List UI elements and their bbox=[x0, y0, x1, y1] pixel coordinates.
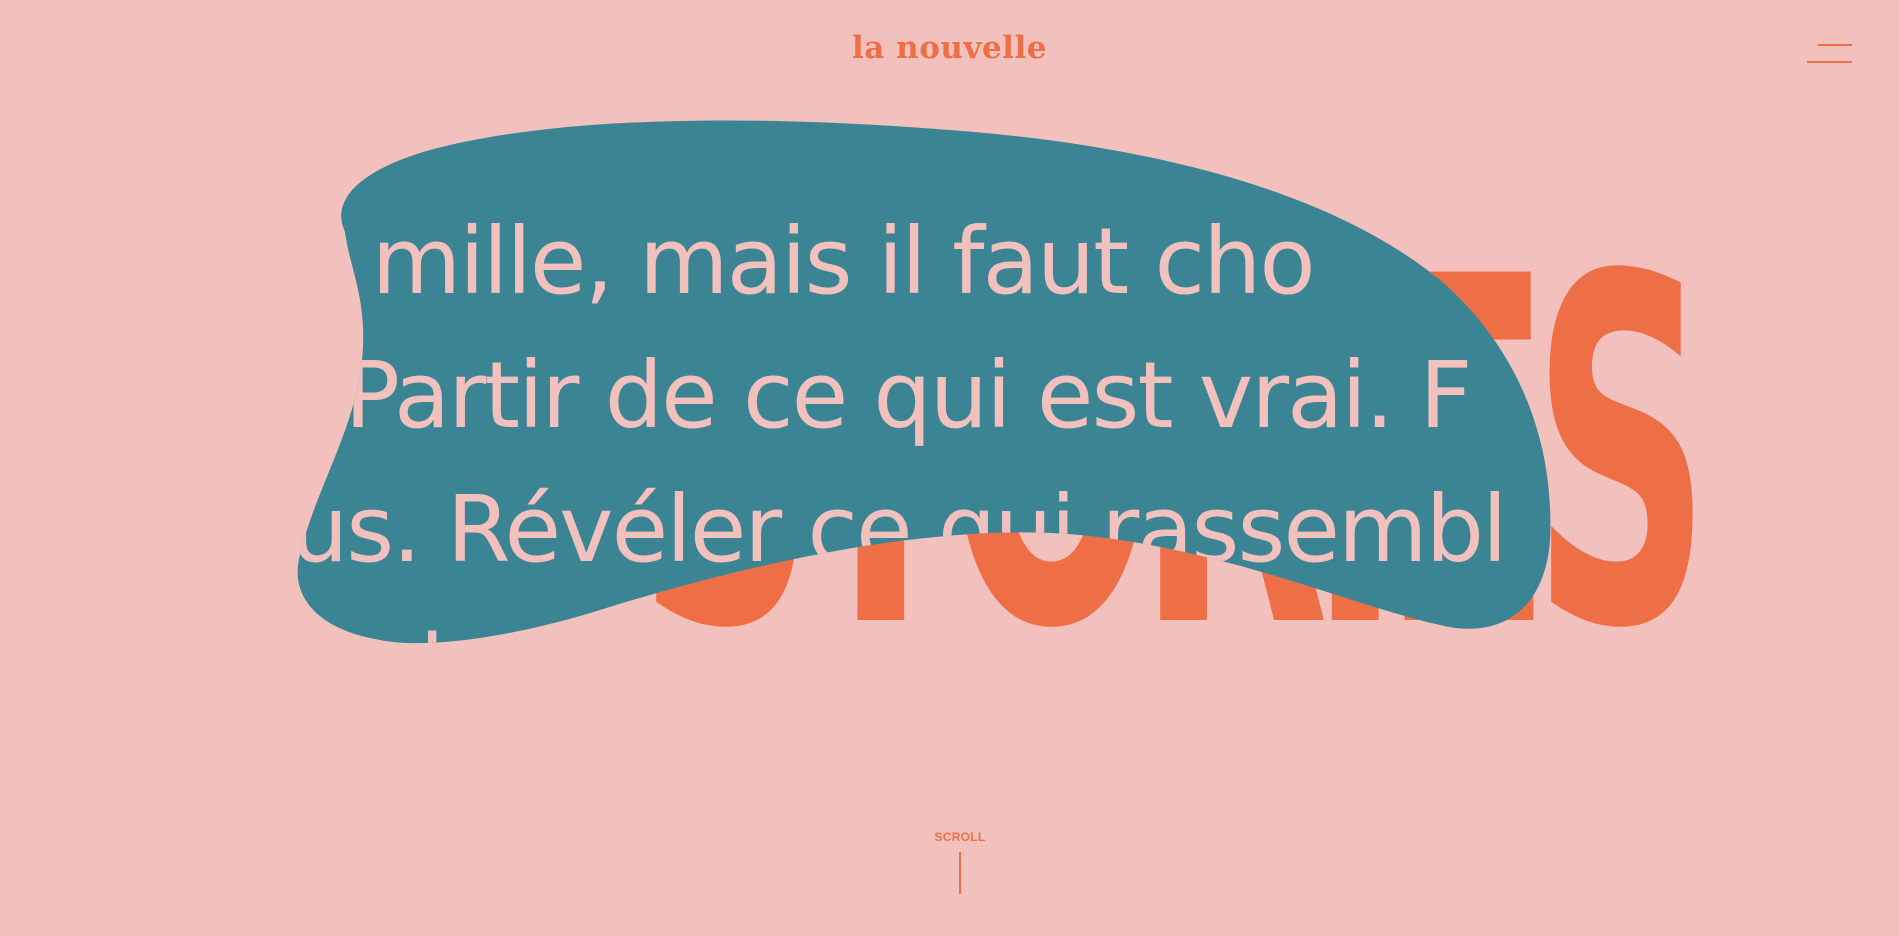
site-header: la nouvelle bbox=[0, 0, 1899, 110]
scroll-indicator[interactable]: SCROLL bbox=[900, 830, 1020, 900]
scroll-label: SCROLL bbox=[934, 830, 986, 844]
site-logo[interactable]: la nouvelle bbox=[0, 30, 1899, 66]
hero-section: STORIES a mille, mais il faut cho . Part… bbox=[0, 0, 1899, 936]
menu-button[interactable] bbox=[1800, 38, 1854, 70]
scroll-line-icon bbox=[959, 852, 961, 894]
quote-line: . Partir de ce qui est vrai. F bbox=[290, 342, 1471, 449]
